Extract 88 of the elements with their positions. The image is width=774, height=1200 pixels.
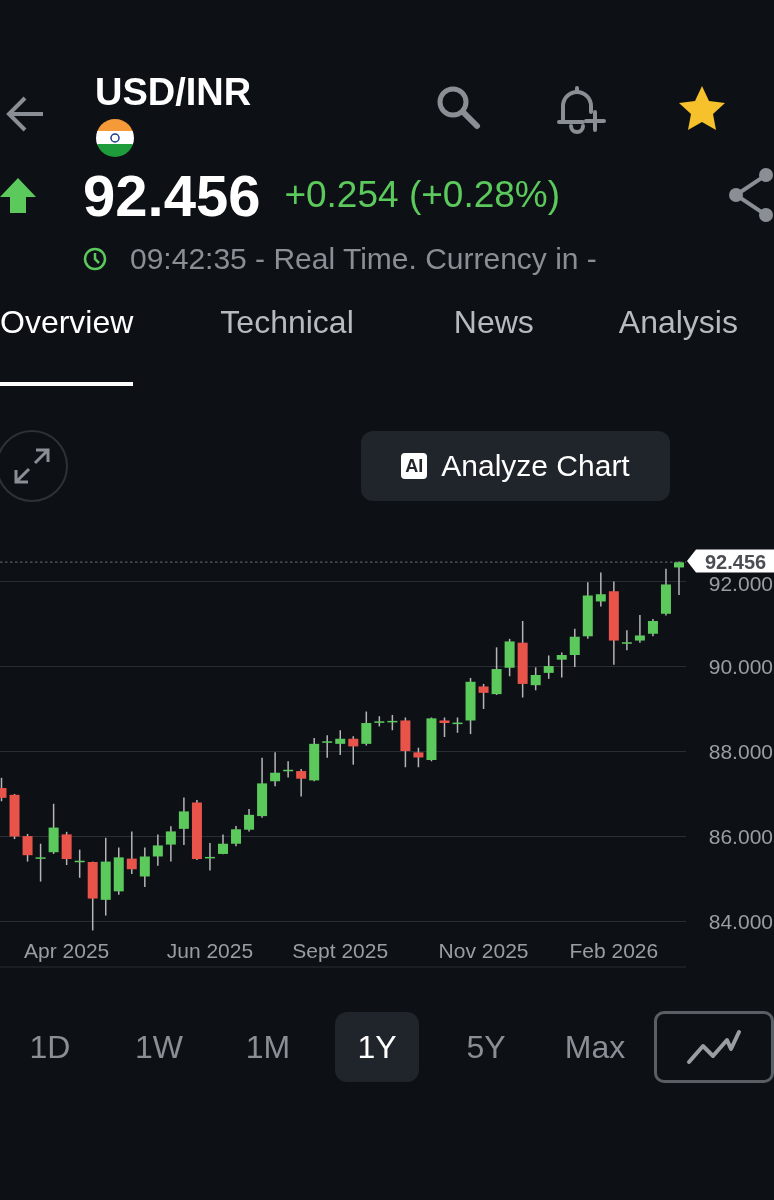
- tab[interactable]: Technical: [220, 286, 354, 386]
- candle: [139, 846, 150, 888]
- x-axis-label: Nov 2025: [438, 939, 529, 962]
- candle: [595, 571, 606, 608]
- candle: [348, 735, 359, 766]
- candle: [257, 757, 268, 819]
- candle: [634, 614, 645, 644]
- candle: [22, 833, 33, 863]
- candle: [0, 777, 7, 802]
- range-tab[interactable]: 1M: [226, 1012, 310, 1082]
- search-icon[interactable]: [435, 84, 481, 130]
- candle: [674, 560, 684, 596]
- line-chart-icon: [686, 1029, 742, 1065]
- candle: [74, 848, 85, 879]
- candle: [231, 825, 241, 848]
- y-axis-label: 92.000: [708, 572, 773, 595]
- candle: [191, 799, 202, 861]
- back-arrow-icon[interactable]: [5, 96, 45, 132]
- candle: [126, 830, 137, 875]
- quote-status-text: 09:42:35 - Real Time. Currency in -: [130, 242, 597, 276]
- y-axis-label: 90.000: [708, 655, 773, 678]
- candle: [152, 833, 163, 867]
- candle: [87, 860, 98, 932]
- candle: [569, 627, 580, 668]
- x-axis-label: Jun 2025: [166, 939, 254, 962]
- candle: [113, 846, 124, 896]
- range-tab[interactable]: 1D: [8, 1012, 92, 1082]
- tab[interactable]: Analysis: [618, 286, 738, 386]
- chart-type-button[interactable]: [654, 1011, 774, 1083]
- add-alert-bell-icon[interactable]: [555, 84, 607, 134]
- y-axis-label: 84.000: [708, 910, 773, 933]
- y-axis-label: 88.000: [708, 740, 773, 763]
- expand-icon: [12, 446, 52, 486]
- price-change: +0.254 (+0.28%): [284, 174, 561, 216]
- x-axis-label: Sept 2025: [292, 939, 389, 962]
- candle: [322, 734, 333, 759]
- candle: [283, 760, 294, 779]
- candle: [660, 568, 671, 617]
- candle: [178, 796, 189, 846]
- candle: [530, 666, 541, 692]
- ai-badge: AI: [401, 453, 428, 479]
- india-flag-icon: [95, 118, 135, 158]
- candle: [309, 737, 320, 782]
- candle: [582, 581, 593, 640]
- x-axis-label: Apr 2025: [24, 939, 110, 962]
- candle: [504, 638, 515, 677]
- tab[interactable]: Overview: [0, 286, 134, 386]
- y-axis-label: 86.000: [708, 825, 773, 848]
- candle: [270, 751, 281, 788]
- clock-icon: [83, 247, 107, 271]
- candle: [218, 833, 228, 856]
- candle: [374, 715, 385, 728]
- star-icon[interactable]: [677, 84, 727, 132]
- expand-button[interactable]: [0, 430, 68, 502]
- candle: [543, 654, 554, 680]
- range-tab[interactable]: 5Y: [444, 1012, 528, 1082]
- candle: [204, 842, 215, 872]
- candle: [165, 825, 176, 863]
- pair-title: USD/INR: [95, 70, 253, 114]
- candle: [48, 803, 59, 855]
- price-value: 92.456: [83, 161, 261, 229]
- candle: [426, 716, 437, 762]
- price-tag: 92.456: [687, 549, 774, 573]
- candle: [35, 843, 46, 883]
- candle: [335, 729, 346, 756]
- range-tab[interactable]: Max: [553, 1012, 637, 1082]
- candle: [387, 714, 398, 731]
- candle: [491, 646, 502, 696]
- candle: [439, 716, 450, 738]
- range-tab[interactable]: 1Y: [335, 1012, 419, 1082]
- candle: [452, 716, 463, 734]
- candle: [400, 716, 411, 768]
- candle: [244, 808, 255, 833]
- candle: [361, 710, 372, 747]
- candle: [296, 768, 307, 798]
- candle: [413, 746, 424, 768]
- candle: [9, 793, 20, 840]
- tab[interactable]: News: [453, 286, 534, 386]
- candle: [61, 831, 72, 866]
- share-icon[interactable]: [726, 167, 774, 223]
- candle: [556, 651, 567, 679]
- candle: [478, 683, 489, 710]
- analyze-chart-button[interactable]: AI Analyze Chart: [361, 431, 670, 501]
- x-axis-label: Feb 2026: [569, 939, 659, 962]
- candle: [465, 677, 476, 735]
- candle: [647, 618, 658, 638]
- candle: [621, 629, 632, 652]
- range-tab[interactable]: 1W: [117, 1012, 201, 1082]
